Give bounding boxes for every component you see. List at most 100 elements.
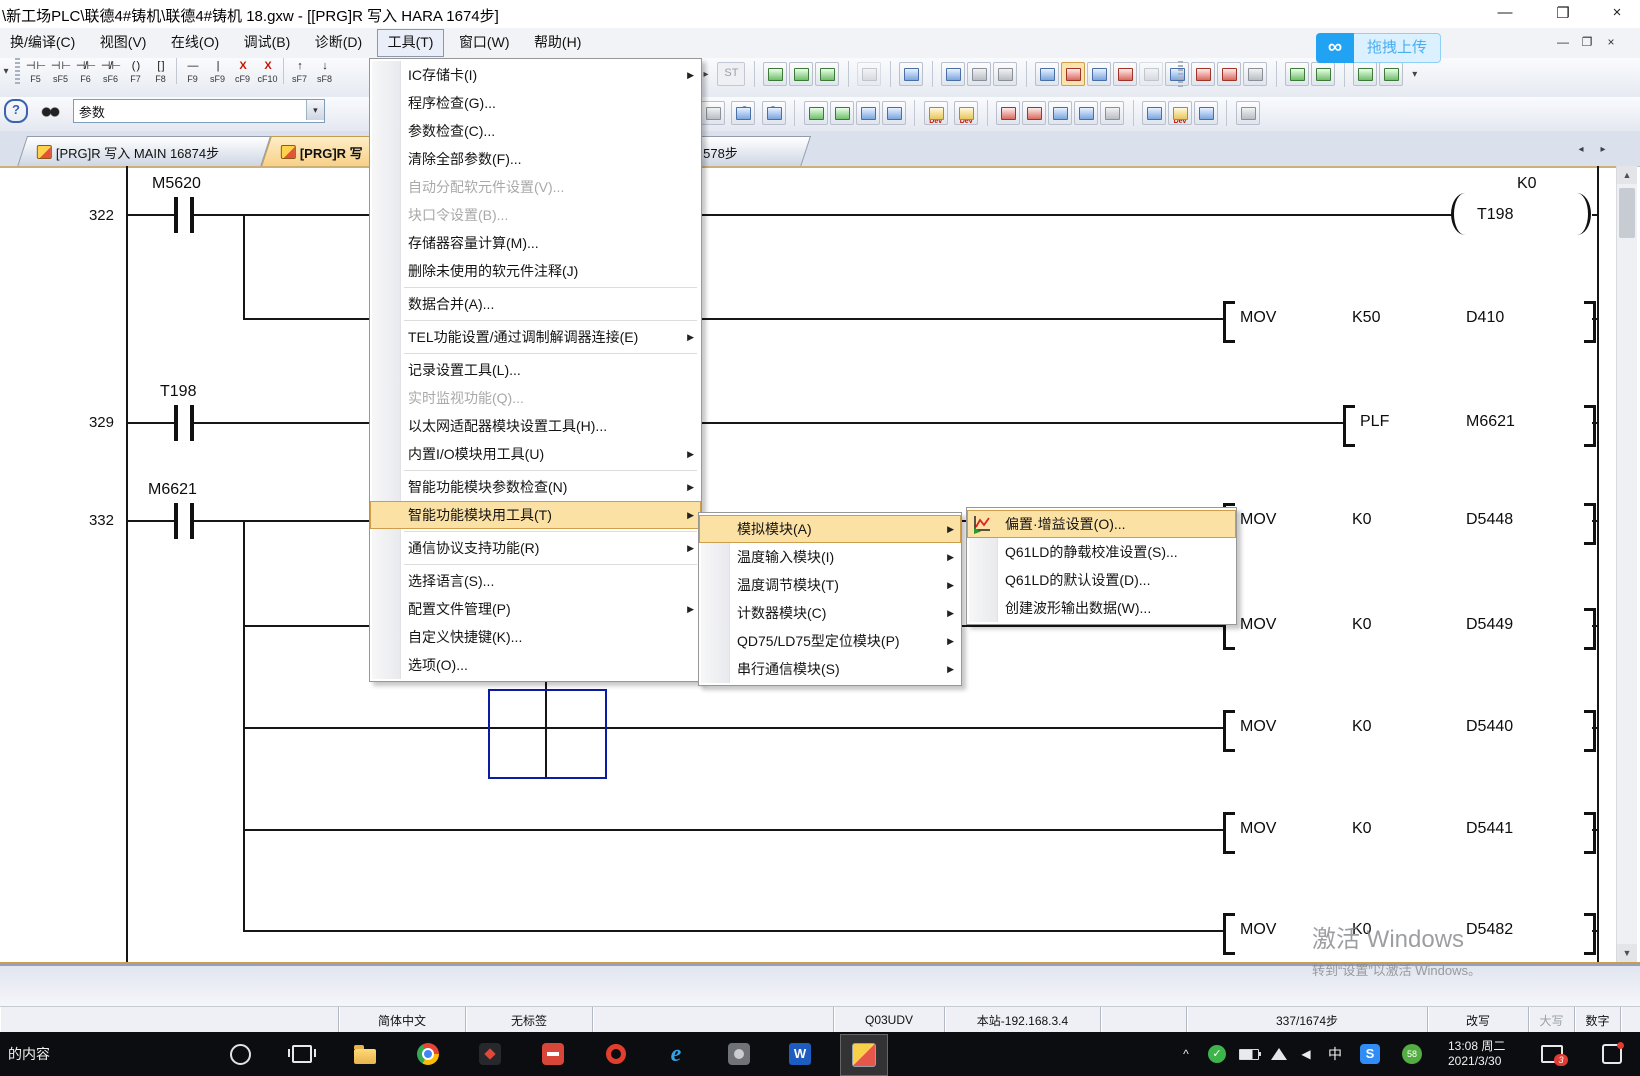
menu-item-delete-unused-comments[interactable]: 删除未使用的软元件注释(J) xyxy=(370,257,701,285)
ladder-cursor[interactable] xyxy=(488,689,607,779)
toolbar-icon[interactable] xyxy=(996,101,1020,125)
internet-explorer-icon[interactable]: e xyxy=(664,1032,688,1076)
instruction-op[interactable]: MOV xyxy=(1240,921,1276,939)
combobox-dropdown-icon[interactable]: ▾ xyxy=(306,100,324,120)
menu-item-ethernet-adapter-tool[interactable]: 以太网适配器模块设置工具(H)... xyxy=(370,412,701,440)
contact-label[interactable]: M5620 xyxy=(152,175,201,193)
toolbar-icon[interactable]: Dev xyxy=(954,101,978,125)
taskbar-search-box[interactable]: 的内容 xyxy=(8,1032,50,1076)
tray-notification-icon[interactable]: 3 xyxy=(1540,1032,1564,1076)
menu-item-logging-setting-tool[interactable]: 记录设置工具(L)... xyxy=(370,356,701,384)
toolbar-icon[interactable] xyxy=(967,62,991,86)
contact-label[interactable]: M6621 xyxy=(148,481,197,499)
open-contact-or-button[interactable]: ⊣ ⊢sF5 xyxy=(48,59,73,92)
instruction-op[interactable]: MOV xyxy=(1240,718,1276,736)
st-editor-button[interactable]: ST xyxy=(717,62,745,86)
toolbar-icon[interactable]: Dev xyxy=(924,101,948,125)
drag-upload-widget[interactable]: ∞ 拖拽上传 xyxy=(1316,33,1441,63)
taskbar-clock[interactable]: 13:08 周二2021/3/30 xyxy=(1448,1032,1505,1076)
toolbar-icon[interactable] xyxy=(1087,62,1111,86)
wifi-icon[interactable] xyxy=(1268,1032,1290,1076)
tab-prg-write-main[interactable]: [PRG]R 写入 MAIN 16874步 xyxy=(17,136,271,167)
word-icon[interactable]: W xyxy=(788,1032,812,1076)
closed-contact-button[interactable]: ⊣/⊢F6 xyxy=(73,59,98,92)
coil-button[interactable]: ( )F7 xyxy=(123,59,148,92)
instruction-op[interactable]: MOV xyxy=(1240,820,1276,838)
toolbar-icon[interactable]: Dev xyxy=(1168,101,1192,125)
toolbar-icon[interactable] xyxy=(1035,62,1059,86)
input-method-indicator[interactable]: 中 xyxy=(1324,1032,1346,1076)
instruction-arg2[interactable]: D5441 xyxy=(1466,820,1513,838)
calibration-toolbar-icon[interactable] xyxy=(1217,62,1241,86)
toolbar-icon[interactable] xyxy=(804,101,828,125)
menu-tools[interactable]: 工具(T) xyxy=(377,29,445,57)
file-explorer-icon[interactable] xyxy=(353,1032,377,1076)
toolbar-icon[interactable] xyxy=(830,101,854,125)
open-contact-button[interactable]: ⊣ ⊢F5 xyxy=(23,59,48,92)
menu-item-memory-capacity-calc[interactable]: 存储器容量计算(M)... xyxy=(370,229,701,257)
menu-item-q61ld-static-calibration[interactable]: Q61LD的静载校准设置(S)... xyxy=(967,538,1236,566)
battery-icon[interactable] xyxy=(1238,1032,1260,1076)
closed-contact-or-button[interactable]: ⊣/⊢sF6 xyxy=(98,59,123,92)
toolbar-grip[interactable] xyxy=(15,58,20,84)
toolbar-icon[interactable] xyxy=(1142,101,1166,125)
data-select-combobox[interactable]: 参数 ▾ xyxy=(73,99,325,123)
toolbar-icon[interactable] xyxy=(1194,101,1218,125)
menu-item-counter-module[interactable]: 计数器模块(C)▶ xyxy=(699,599,961,627)
toolbar-grip[interactable] xyxy=(1178,61,1183,87)
red-app-icon[interactable] xyxy=(541,1032,565,1076)
menu-diagnostics[interactable]: 诊断(D) xyxy=(305,29,372,55)
restore-button[interactable]: ❐ xyxy=(1548,4,1578,22)
find-icon[interactable] xyxy=(38,101,62,121)
cortana-icon[interactable] xyxy=(228,1032,252,1076)
scroll-down-icon[interactable]: ▼ xyxy=(1617,944,1637,962)
menu-item-select-language[interactable]: 选择语言(S)... xyxy=(370,567,701,595)
scroll-up-icon[interactable]: ▲ xyxy=(1617,166,1637,184)
toolbar-icon[interactable] xyxy=(1048,101,1072,125)
menu-online[interactable]: 在线(O) xyxy=(161,29,229,55)
red-ring-app-icon[interactable] xyxy=(604,1032,628,1076)
instruction-arg1[interactable]: K0 xyxy=(1352,820,1372,838)
menu-item-options[interactable]: 选项(O)... xyxy=(370,651,701,679)
instruction-arg1[interactable]: K0 xyxy=(1352,511,1372,529)
drag-upload-button[interactable]: 拖拽上传 xyxy=(1354,33,1441,63)
menu-item-offset-gain-setting[interactable]: 偏置·增益设置(O)... xyxy=(967,510,1236,538)
toolbar-icon[interactable] xyxy=(789,62,813,86)
falling-pulse-button[interactable]: ↓sF8 xyxy=(312,59,337,92)
cloud-drive-icon[interactable]: ∞ xyxy=(1316,33,1354,63)
close-button[interactable]: × xyxy=(1602,4,1632,21)
paste-icon[interactable] xyxy=(701,101,725,125)
sogou-input-icon[interactable]: S xyxy=(1358,1032,1382,1076)
menu-item-analog-module[interactable]: 模拟模块(A)▶ xyxy=(699,515,961,543)
instruction-arg1[interactable]: K0 xyxy=(1352,921,1372,939)
instruction-arg1[interactable]: K0 xyxy=(1352,616,1372,634)
menu-item-temp-input-module[interactable]: 温度输入模块(I)▶ xyxy=(699,543,961,571)
chrome-icon[interactable] xyxy=(416,1032,440,1076)
child-restore-button[interactable]: ❐ xyxy=(1576,35,1598,49)
menu-item-profile-manage[interactable]: 配置文件管理(P)▶ xyxy=(370,595,701,623)
volume-icon[interactable]: ◀ xyxy=(1296,1032,1316,1076)
instruction-arg2[interactable]: D410 xyxy=(1466,309,1504,327)
menu-compile[interactable]: 换/编译(C) xyxy=(0,29,85,55)
menu-item-temp-control-module[interactable]: 温度调节模块(T)▶ xyxy=(699,571,961,599)
action-center-icon[interactable] xyxy=(1600,1032,1624,1076)
menu-item-intelligent-module-param-check[interactable]: 智能功能模块参数检查(N)▶ xyxy=(370,473,701,501)
toolbar-icon[interactable] xyxy=(1100,101,1124,125)
toolbar-icon-active[interactable] xyxy=(1061,62,1085,86)
menu-item-create-wave-output-data[interactable]: 创建波形输出数据(W)... xyxy=(967,594,1236,622)
toolbar-icon[interactable] xyxy=(993,62,1017,86)
tab-scroll-left-icon[interactable]: ◂ xyxy=(1572,140,1590,160)
gray-app-icon[interactable] xyxy=(727,1032,751,1076)
vertical-line-button[interactable]: |sF9 xyxy=(205,59,230,92)
toolbar-icon[interactable] xyxy=(1139,62,1163,86)
horizontal-line-button[interactable]: —F9 xyxy=(180,59,205,92)
wave-output-toolbar-icon[interactable] xyxy=(1243,62,1267,86)
toolbar-icon[interactable] xyxy=(882,101,906,125)
toolbar-icon[interactable] xyxy=(857,62,881,86)
toolbar-icon[interactable] xyxy=(899,62,923,86)
tray-chevron-icon[interactable]: ^ xyxy=(1178,1032,1194,1076)
instruction-arg2[interactable]: D5449 xyxy=(1466,616,1513,634)
toolbar-icon[interactable]: ↷ xyxy=(762,101,786,125)
toolbar-icon[interactable] xyxy=(1074,101,1098,125)
coil-label[interactable]: T198 xyxy=(1477,206,1513,224)
